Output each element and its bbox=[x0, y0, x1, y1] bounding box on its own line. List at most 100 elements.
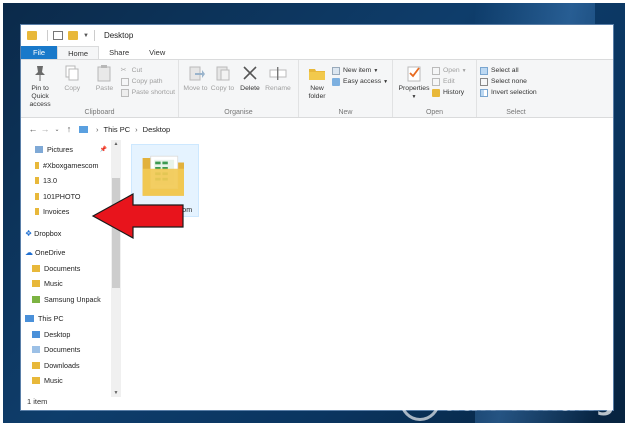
nav-scrollbar[interactable]: ▲ ▼ bbox=[111, 140, 121, 397]
paste-shortcut-button[interactable]: Paste shortcut bbox=[120, 87, 175, 98]
copy-path-label: Copy path bbox=[131, 78, 163, 85]
nav-item-onedrive-documents[interactable]: Documents bbox=[32, 261, 121, 277]
paste-icon bbox=[97, 65, 111, 82]
tab-view[interactable]: View bbox=[139, 46, 175, 59]
close-icon bbox=[243, 66, 257, 80]
nav-item-this-pc[interactable]: This PC bbox=[25, 311, 121, 327]
open-icon bbox=[432, 66, 440, 75]
nav-item-onedrive-music[interactable]: Music bbox=[32, 276, 121, 292]
nav-item-label: OneDrive bbox=[35, 248, 66, 258]
desktop-folder-icon bbox=[32, 330, 40, 338]
recent-locations-chevron-icon[interactable]: ⌄ bbox=[51, 126, 63, 133]
nav-item-samsung-unpack[interactable]: Samsung Unpack bbox=[32, 292, 121, 308]
back-arrow-icon[interactable]: ← bbox=[27, 124, 39, 134]
copy-label: Copy bbox=[64, 85, 81, 92]
breadcrumb[interactable]: › This PC › Desktop bbox=[79, 125, 170, 134]
nav-item-music[interactable]: Music bbox=[32, 373, 121, 389]
music-folder-icon bbox=[32, 377, 40, 385]
select-none-button[interactable]: Select none bbox=[480, 76, 537, 87]
scroll-up-icon[interactable]: ▲ bbox=[112, 141, 120, 147]
open-button[interactable]: Open ▼ bbox=[432, 65, 467, 76]
pictures-folder-icon bbox=[35, 146, 43, 154]
chevron-right-icon: › bbox=[96, 124, 99, 134]
nav-item-13-0[interactable]: 13.0 bbox=[35, 173, 121, 189]
chevron-down-icon[interactable]: ▼ bbox=[83, 33, 89, 39]
select-all-button[interactable]: Select all bbox=[480, 65, 537, 76]
select-group-label: Select bbox=[506, 109, 526, 116]
tab-home[interactable]: Home bbox=[57, 46, 100, 59]
cut-button[interactable]: ✂ Cut bbox=[121, 65, 175, 76]
copy-path-icon bbox=[120, 77, 129, 86]
new-item-label: New item bbox=[343, 67, 372, 74]
paste-label: Paste bbox=[95, 85, 114, 92]
chevron-down-icon: ▼ bbox=[461, 67, 467, 74]
nav-item-label: Documents bbox=[44, 345, 81, 355]
documents-folder-icon bbox=[32, 264, 40, 272]
ribbon-tabs: File Home Share View bbox=[21, 46, 613, 60]
pin-icon: 📌 bbox=[99, 147, 107, 154]
nav-item-label: 101PHOTO bbox=[43, 191, 81, 201]
scroll-down-icon[interactable]: ▼ bbox=[112, 390, 120, 396]
nav-item-downloads[interactable]: Downloads bbox=[32, 358, 121, 374]
easy-access-icon bbox=[332, 77, 340, 86]
nav-item-documents[interactable]: Documents bbox=[32, 342, 121, 358]
downloads-folder-icon bbox=[32, 361, 40, 369]
new-folder-quick-icon[interactable] bbox=[68, 31, 78, 40]
nav-item-label: Desktop bbox=[44, 329, 71, 339]
tab-share[interactable]: Share bbox=[99, 46, 139, 59]
organise-group-label: Organise bbox=[224, 109, 253, 116]
select-none-label: Select none bbox=[491, 78, 527, 85]
easy-access-button[interactable]: Easy access ▼ bbox=[332, 76, 388, 87]
properties-quick-icon[interactable] bbox=[53, 31, 63, 40]
select-none-icon bbox=[480, 77, 488, 86]
nav-item-pictures[interactable]: Pictures 📌 bbox=[35, 142, 121, 158]
nav-item-label: Pictures bbox=[47, 145, 73, 155]
this-pc-icon bbox=[79, 125, 88, 133]
new-item-icon bbox=[332, 66, 340, 75]
folder-icon bbox=[35, 161, 39, 169]
nav-item-label: #Xboxgamescom bbox=[43, 160, 99, 170]
folder-icon bbox=[35, 208, 39, 216]
clipboard-group: Pin to Quick access Copy Paste ✂ Cut Cop… bbox=[21, 60, 179, 117]
select-group: Select all Select none Invert selection … bbox=[477, 60, 555, 117]
pin-icon bbox=[35, 66, 46, 81]
chevron-right-icon: › bbox=[135, 124, 138, 134]
select-all-label: Select all bbox=[491, 67, 519, 74]
open-group-label: Open bbox=[425, 109, 444, 116]
history-button[interactable]: History bbox=[432, 87, 467, 98]
breadcrumb-desktop[interactable]: Desktop bbox=[143, 125, 171, 134]
edit-icon bbox=[432, 77, 440, 86]
delete-label: Delete bbox=[240, 85, 260, 92]
paste-shortcut-icon bbox=[120, 88, 129, 97]
rename-label: Rename bbox=[265, 85, 291, 92]
breadcrumb-this-pc[interactable]: This PC bbox=[104, 125, 131, 134]
nav-item-label: Downloads bbox=[44, 360, 80, 370]
up-arrow-icon[interactable]: ↑ bbox=[63, 124, 75, 134]
invert-selection-button[interactable]: Invert selection bbox=[480, 87, 537, 98]
watermark-text: uantrimang bbox=[442, 385, 615, 417]
copy-to-icon bbox=[216, 66, 229, 81]
file-list: #Xboxgamescom bbox=[121, 140, 613, 397]
scissors-icon: ✂ bbox=[120, 66, 127, 74]
new-folder-icon bbox=[309, 69, 325, 80]
nav-item-onedrive[interactable]: ☁ OneDrive bbox=[25, 245, 121, 261]
status-bar-count: 1 item bbox=[27, 397, 48, 406]
folder-icon bbox=[27, 31, 37, 40]
title-bar: ▼ Desktop bbox=[21, 25, 613, 46]
copy-icon bbox=[65, 65, 79, 81]
watermark: uantrimang bbox=[400, 381, 615, 421]
organise-group: Move to Copy to Delete Rename Organise bbox=[179, 60, 299, 117]
chevron-down-icon: ▼ bbox=[373, 67, 379, 74]
nav-item-xboxgamescom[interactable]: #Xboxgamescom bbox=[35, 158, 121, 174]
forward-arrow-icon[interactable]: → bbox=[39, 124, 51, 134]
window-title: Desktop bbox=[103, 31, 134, 40]
new-item-button[interactable]: New item ▼ bbox=[332, 65, 388, 76]
navigation-bar: ← → ⌄ ↑ › This PC › Desktop bbox=[21, 120, 613, 138]
copy-path-button[interactable]: Copy path bbox=[120, 76, 175, 87]
nav-item-desktop[interactable]: Desktop bbox=[32, 327, 121, 343]
invert-selection-icon bbox=[480, 88, 488, 97]
history-icon bbox=[432, 88, 440, 97]
edit-button[interactable]: Edit bbox=[432, 76, 467, 87]
tab-file[interactable]: File bbox=[21, 46, 58, 59]
easy-access-label: Easy access bbox=[343, 78, 382, 85]
